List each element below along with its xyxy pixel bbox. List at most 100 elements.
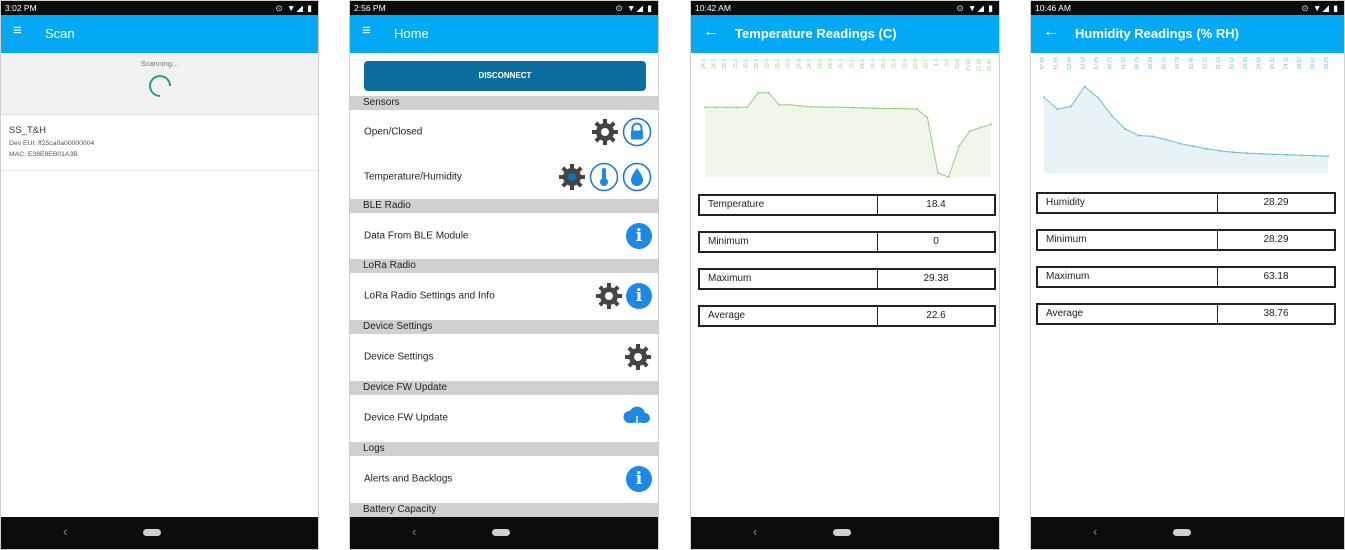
stat-value: 38.76 <box>1263 308 1289 319</box>
system-nav-bar: ‹ <box>1031 517 1344 549</box>
data-label: 18.40 <box>987 59 993 72</box>
stat-row-maximum: Maximum 63.18 <box>1036 266 1336 288</box>
row-open-closed[interactable]: Open/Closed <box>350 110 658 154</box>
gear-icon[interactable] <box>591 118 619 146</box>
nav-back-icon[interactable]: ‹ <box>412 524 416 539</box>
data-label: 23.9 <box>902 59 908 69</box>
gear-icon[interactable] <box>558 163 586 191</box>
device-mac: MAC: E38E9EB01A3B <box>9 151 78 158</box>
series-area <box>705 92 991 177</box>
thermometer-icon[interactable] <box>589 162 619 192</box>
nav-home-icon[interactable] <box>1173 529 1191 536</box>
data-point <box>926 116 929 119</box>
gear-icon[interactable] <box>624 343 652 371</box>
data-point <box>1070 105 1073 108</box>
data-label: 17.28 <box>976 59 982 72</box>
info-icon[interactable]: i <box>626 466 652 492</box>
data-label: 24.4 <box>828 59 834 69</box>
data-label: 24.5 <box>807 59 813 69</box>
info-icon[interactable]: i <box>626 223 652 249</box>
cloud-download-icon[interactable] <box>622 405 652 431</box>
data-point <box>746 106 749 109</box>
status-time: 2:56 PM <box>354 3 386 13</box>
data-label: 15.94 <box>966 59 972 72</box>
row-device-settings[interactable]: Device Settings <box>350 334 658 380</box>
data-point <box>714 106 717 109</box>
data-label: 23.8 <box>913 59 919 69</box>
phone-scan-screen: 3:02 PM ⊙ ▼◢ ▮ ≡ Scan Scanning... SS_T&H… <box>0 0 319 550</box>
data-point <box>1232 151 1235 154</box>
stat-row-minimum: Minimum 28.29 <box>1036 229 1336 251</box>
data-label: 24.3 <box>701 59 707 69</box>
menu-icon[interactable]: ≡ <box>13 23 27 39</box>
data-label: 51.89 <box>1054 57 1060 70</box>
row-data-from-ble-module[interactable]: Data From BLE Module i <box>350 213 658 259</box>
data-label: 29.32 <box>1270 57 1276 70</box>
humidity-icon[interactable] <box>622 162 652 192</box>
data-label: 24.3 <box>712 59 718 69</box>
data-point <box>725 106 728 109</box>
nav-back-icon[interactable]: ‹ <box>1093 524 1097 539</box>
data-point <box>1286 153 1289 156</box>
status-time: 3:02 PM <box>5 3 37 13</box>
device-name: SS_T&H <box>9 125 46 136</box>
lock-icon[interactable] <box>622 117 652 147</box>
nav-back-icon[interactable]: ‹ <box>753 524 757 539</box>
gear-icon[interactable] <box>595 282 623 310</box>
page-title: Temperature Readings (C) <box>735 26 897 41</box>
app-bar: ← Humidity Readings (% RH) <box>1031 15 1344 53</box>
row-temperature-humidity[interactable]: Temperature/Humidity <box>350 154 658 199</box>
data-point <box>1097 96 1100 99</box>
stat-label: Maximum <box>700 270 878 288</box>
data-label: 38.75 <box>1135 57 1141 70</box>
nav-back-icon[interactable]: ‹ <box>63 524 67 539</box>
stat-row-humidity: Humidity 28.29 <box>1036 192 1336 214</box>
row-device-fw-update[interactable]: Device FW Update <box>350 395 658 441</box>
data-label: 57.89 <box>1040 57 1046 70</box>
stat-label: Average <box>700 307 878 325</box>
data-point <box>990 123 992 126</box>
data-label: 29.58 <box>1256 57 1262 70</box>
page-title: Home <box>394 26 429 41</box>
disconnect-button[interactable]: DISCONNECT <box>364 61 646 91</box>
data-label: 25.9 <box>892 59 898 69</box>
info-icon[interactable]: i <box>626 283 652 309</box>
stat-row-minimum: Minimum 0 <box>698 231 996 253</box>
data-label: 29.95 <box>1243 57 1249 70</box>
stat-value: 28.29 <box>1263 197 1289 208</box>
data-point <box>778 103 781 106</box>
stat-value: 63.18 <box>1263 271 1289 282</box>
page-title: Humidity Readings (% RH) <box>1075 26 1239 41</box>
data-label: 28.87 <box>1297 57 1303 70</box>
status-bar: 2:56 PM ⊙ ▼◢ ▮ <box>350 1 658 15</box>
device-eui: Dev EUI: ff25ca0a00000004 <box>9 140 95 147</box>
nav-home-icon[interactable] <box>833 529 851 536</box>
row-lora-radio-settings[interactable]: LoRa Radio Settings and Info i <box>350 273 658 319</box>
stat-label: Minimum <box>700 233 878 251</box>
nav-home-icon[interactable] <box>143 529 161 536</box>
app-bar: ← Temperature Readings (C) <box>691 15 999 53</box>
data-label: 28.61 <box>1310 57 1316 70</box>
back-arrow-icon[interactable]: ← <box>703 22 719 42</box>
data-point <box>905 107 908 110</box>
device-list-item[interactable]: SS_T&H Dev EUI: ff25ca0a00000004 MAC: E3… <box>1 119 318 171</box>
data-label: 25.1 <box>849 59 855 69</box>
row-alerts-and-backlogs[interactable]: Alerts and Backlogs i <box>350 456 658 502</box>
stat-value: 29.38 <box>923 273 949 284</box>
data-point <box>894 107 897 110</box>
menu-icon[interactable]: ≡ <box>362 23 376 39</box>
back-arrow-icon[interactable]: ← <box>1043 22 1059 42</box>
status-icons: ⊙ ▼◢ ▮ <box>1301 3 1339 13</box>
status-bar: 10:42 AM ⊙ ▼◢ ▮ <box>691 1 999 15</box>
data-point <box>756 91 759 94</box>
nav-home-icon[interactable] <box>492 529 510 536</box>
data-label: 36.76 <box>1162 57 1168 70</box>
status-bar: 3:02 PM ⊙ ▼◢ ▮ <box>1 1 318 15</box>
row-label: Device FW Update <box>364 412 448 424</box>
data-point <box>937 171 940 174</box>
data-label: 28.29 <box>1324 57 1330 70</box>
row-label: Data From BLE Module <box>364 230 469 242</box>
status-time: 10:42 AM <box>695 3 731 13</box>
data-point <box>852 106 855 109</box>
data-label: 30.42 <box>1229 57 1235 70</box>
